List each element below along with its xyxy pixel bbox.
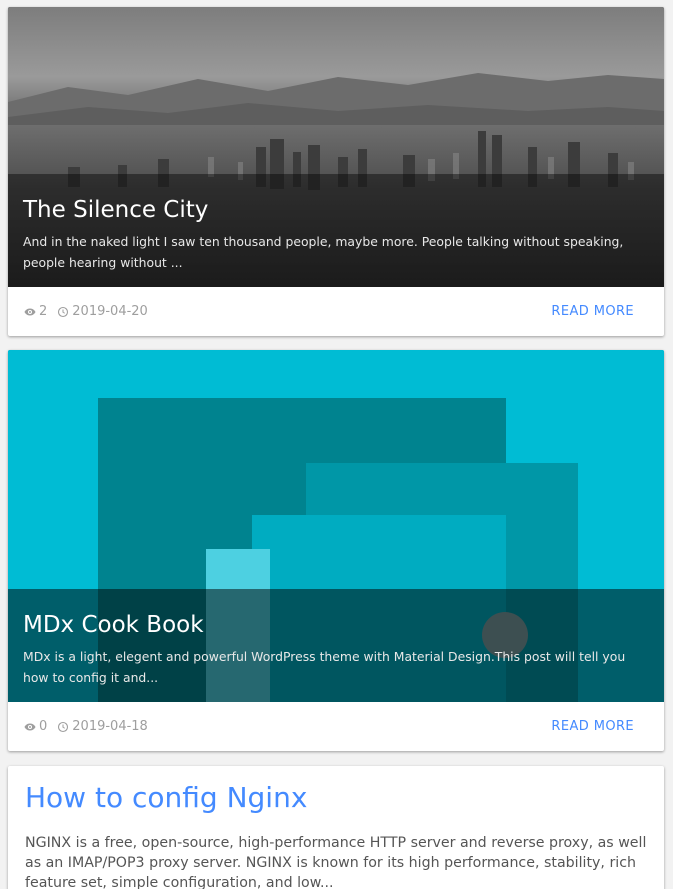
post-card: How to config Nginx NGINX is a free, ope… xyxy=(8,766,664,889)
post-actions: 2 2019-04-20 READ MORE xyxy=(8,287,664,336)
post-date: 2019-04-20 xyxy=(72,304,148,319)
post-thumbnail[interactable]: The Silence City And in the naked light … xyxy=(8,7,664,287)
post-title[interactable]: The Silence City xyxy=(23,196,208,224)
post-actions: 0 2019-04-18 READ MORE xyxy=(8,702,664,751)
post-card: The Silence City And in the naked light … xyxy=(8,7,664,336)
post-title[interactable]: How to config Nginx xyxy=(25,780,307,816)
clock-icon xyxy=(57,306,69,318)
post-excerpt: MDx is a light, elegent and powerful Wor… xyxy=(23,649,626,685)
thumbnail-overlay: The Silence City And in the naked light … xyxy=(8,174,664,287)
post-thumbnail[interactable]: MDx Cook Book MDx is a light, elegent an… xyxy=(8,350,664,702)
post-excerpt: NGINX is a free, open-source, high-perfo… xyxy=(25,835,647,889)
post-meta: 2 2019-04-20 xyxy=(24,287,158,336)
thumbnail-overlay: MDx Cook Book MDx is a light, elegent an… xyxy=(8,589,664,702)
post-title[interactable]: MDx Cook Book xyxy=(23,611,204,639)
view-count: 0 xyxy=(39,719,48,734)
read-more-button[interactable]: READ MORE xyxy=(551,702,634,751)
post-card: MDx Cook Book MDx is a light, elegent an… xyxy=(8,350,664,751)
post-excerpt: And in the naked light I saw ten thousan… xyxy=(23,234,624,270)
view-count: 2 xyxy=(39,304,48,319)
eye-icon xyxy=(24,306,36,318)
eye-icon xyxy=(24,721,36,733)
post-meta: 0 2019-04-18 xyxy=(24,702,158,751)
read-more-button[interactable]: READ MORE xyxy=(551,287,634,336)
clock-icon xyxy=(57,721,69,733)
post-date: 2019-04-18 xyxy=(72,719,148,734)
